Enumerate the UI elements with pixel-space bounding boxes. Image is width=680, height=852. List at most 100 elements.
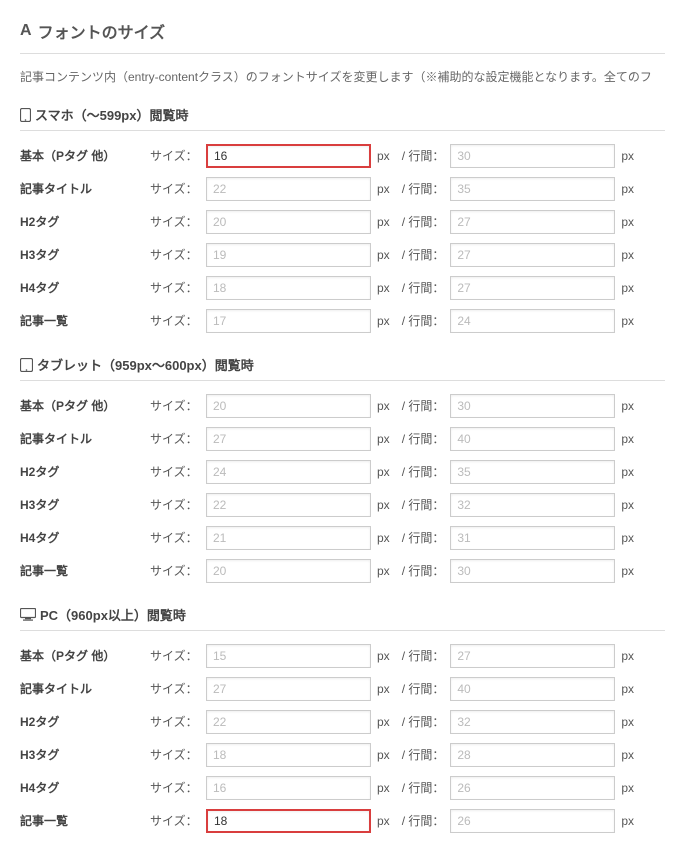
size-input[interactable] — [206, 710, 371, 734]
row-label: 記事一覧 — [20, 562, 150, 579]
size-label: サイズ： — [150, 397, 206, 414]
line-height-label: / 行間： — [402, 180, 445, 197]
line-height-input[interactable] — [450, 493, 615, 517]
unit-px: px — [377, 814, 390, 828]
unit-px: px — [377, 531, 390, 545]
group-title: スマホ（～599px）閲覧時 — [20, 105, 665, 131]
setting-row: 基本（Pタグ 他）サイズ：px/ 行間：px — [20, 639, 665, 672]
unit-px: px — [621, 182, 634, 196]
line-height-label: / 行間： — [402, 312, 445, 329]
pc-icon — [20, 608, 36, 621]
line-height-input[interactable] — [450, 427, 615, 451]
setting-row: H4タグサイズ：px/ 行間：px — [20, 521, 665, 554]
section-description: 記事コンテンツ内（entry-contentクラス）のフォントサイズを変更します… — [20, 68, 665, 85]
unit-px: px — [621, 682, 634, 696]
setting-row: 記事一覧サイズ：px/ 行間：px — [20, 804, 665, 837]
size-input[interactable] — [206, 177, 371, 201]
size-label: サイズ： — [150, 180, 206, 197]
line-height-label: / 行間： — [402, 463, 445, 480]
row-label: 記事一覧 — [20, 812, 150, 829]
size-label: サイズ： — [150, 279, 206, 296]
setting-row: 記事一覧サイズ：px/ 行間：px — [20, 304, 665, 337]
line-height-input[interactable] — [450, 644, 615, 668]
size-input[interactable] — [206, 493, 371, 517]
line-height-label: / 行間： — [402, 713, 445, 730]
setting-row: 基本（Pタグ 他）サイズ：px/ 行間：px — [20, 139, 665, 172]
size-input[interactable] — [206, 644, 371, 668]
unit-px: px — [621, 748, 634, 762]
line-height-input[interactable] — [450, 460, 615, 484]
section-title-text: フォントのサイズ — [38, 19, 166, 43]
unit-px: px — [621, 314, 634, 328]
size-input[interactable] — [206, 559, 371, 583]
unit-px: px — [377, 781, 390, 795]
line-height-input[interactable] — [450, 809, 615, 833]
size-input[interactable] — [206, 276, 371, 300]
unit-px: px — [377, 682, 390, 696]
line-height-label: / 行間： — [402, 246, 445, 263]
line-height-input[interactable] — [450, 309, 615, 333]
size-input[interactable] — [206, 743, 371, 767]
size-input[interactable] — [206, 309, 371, 333]
unit-px: px — [377, 465, 390, 479]
unit-px: px — [621, 498, 634, 512]
size-input[interactable] — [206, 210, 371, 234]
setting-row: H3タグサイズ：px/ 行間：px — [20, 238, 665, 271]
line-height-input[interactable] — [450, 677, 615, 701]
size-label: サイズ： — [150, 812, 206, 829]
row-label: 基本（Pタグ 他） — [20, 147, 150, 164]
line-height-label: / 行間： — [402, 746, 445, 763]
line-height-input[interactable] — [450, 559, 615, 583]
line-height-label: / 行間： — [402, 812, 445, 829]
size-label: サイズ： — [150, 746, 206, 763]
line-height-input[interactable] — [450, 276, 615, 300]
size-input[interactable] — [206, 144, 371, 168]
size-input[interactable] — [206, 809, 371, 833]
line-height-label: / 行間： — [402, 680, 445, 697]
line-height-input[interactable] — [450, 743, 615, 767]
line-height-label: / 行間： — [402, 213, 445, 230]
section-title: A フォントのサイズ — [20, 15, 665, 54]
line-height-input[interactable] — [450, 177, 615, 201]
size-input[interactable] — [206, 776, 371, 800]
unit-px: px — [377, 149, 390, 163]
line-height-input[interactable] — [450, 210, 615, 234]
size-label: サイズ： — [150, 529, 206, 546]
line-height-label: / 行間： — [402, 496, 445, 513]
size-label: サイズ： — [150, 562, 206, 579]
setting-row: 基本（Pタグ 他）サイズ：px/ 行間：px — [20, 389, 665, 422]
size-input[interactable] — [206, 394, 371, 418]
unit-px: px — [377, 248, 390, 262]
setting-row: 記事タイトルサイズ：px/ 行間：px — [20, 672, 665, 705]
size-input[interactable] — [206, 243, 371, 267]
setting-row: 記事一覧サイズ：px/ 行間：px — [20, 554, 665, 587]
size-label: サイズ： — [150, 713, 206, 730]
row-label: H4タグ — [20, 779, 150, 796]
size-input[interactable] — [206, 460, 371, 484]
setting-row: H2タグサイズ：px/ 行間：px — [20, 205, 665, 238]
size-input[interactable] — [206, 677, 371, 701]
size-label: サイズ： — [150, 463, 206, 480]
setting-row: 記事タイトルサイズ：px/ 行間：px — [20, 422, 665, 455]
line-height-label: / 行間： — [402, 147, 445, 164]
unit-px: px — [621, 564, 634, 578]
unit-px: px — [377, 314, 390, 328]
row-label: H2タグ — [20, 213, 150, 230]
size-label: サイズ： — [150, 147, 206, 164]
line-height-input[interactable] — [450, 394, 615, 418]
line-height-input[interactable] — [450, 710, 615, 734]
line-height-input[interactable] — [450, 526, 615, 550]
row-label: 基本（Pタグ 他） — [20, 647, 150, 664]
line-height-input[interactable] — [450, 144, 615, 168]
line-height-label: / 行間： — [402, 647, 445, 664]
group-title: PC（960px以上）閲覧時 — [20, 605, 665, 631]
row-label: H3タグ — [20, 746, 150, 763]
line-height-input[interactable] — [450, 243, 615, 267]
row-label: H4タグ — [20, 529, 150, 546]
line-height-input[interactable] — [450, 776, 615, 800]
size-input[interactable] — [206, 526, 371, 550]
line-height-label: / 行間： — [402, 430, 445, 447]
unit-px: px — [377, 748, 390, 762]
size-input[interactable] — [206, 427, 371, 451]
unit-px: px — [377, 498, 390, 512]
